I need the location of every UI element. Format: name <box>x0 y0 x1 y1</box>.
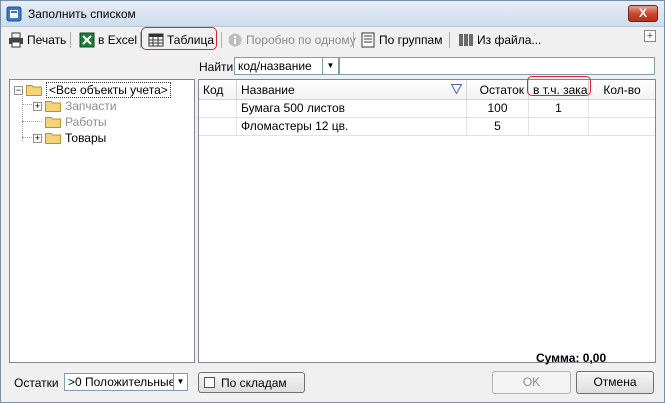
folder-icon <box>45 117 61 128</box>
find-input[interactable] <box>339 57 655 75</box>
cell-name[interactable]: Бумага 500 листов <box>237 100 467 117</box>
reserved-column-highlight <box>527 76 591 96</box>
close-button[interactable]: X <box>628 5 658 22</box>
close-icon: X <box>638 6 647 20</box>
expand-toolbar-icon[interactable]: + <box>644 30 656 42</box>
from-file-label: Из файла... <box>477 33 542 47</box>
expand-icon[interactable]: + <box>33 133 42 143</box>
toolbar: Печать в Excel Таблица Поробно по одному… <box>1 27 664 52</box>
tree-root[interactable]: − <Все объекты учета> <box>14 82 171 98</box>
tree-connector <box>22 96 23 141</box>
cancel-button[interactable]: Отмена <box>576 371 654 394</box>
by-groups-label: По группам <box>379 33 443 47</box>
column-header-name[interactable]: Название <box>237 80 467 100</box>
cell-name[interactable]: Фломастеры 12 цв. <box>237 118 467 135</box>
column-header-rest[interactable]: Остаток <box>467 80 529 100</box>
cell-reserved[interactable] <box>529 118 589 135</box>
barcode-icon <box>459 34 473 46</box>
ok-button[interactable]: OK <box>492 371 571 394</box>
find-label: Найти <box>199 60 234 74</box>
print-label: Печать <box>27 33 67 47</box>
cell-reserved[interactable]: 1 <box>529 100 589 117</box>
by-warehouses-toggle[interactable]: По складам <box>198 372 305 393</box>
table-highlight <box>141 27 217 50</box>
tree-item-parts[interactable]: + Запчасти <box>33 98 117 114</box>
column-header-name-label: Название <box>241 83 295 97</box>
info-icon <box>228 33 242 47</box>
rest-filter-label: Остатки <box>14 376 59 390</box>
find-mode-select[interactable]: код/название ▼ <box>234 57 339 75</box>
one-by-one-button[interactable]: Поробно по одному <box>227 30 356 50</box>
by-groups-button[interactable]: По группам <box>360 30 442 50</box>
dropdown-arrow-icon[interactable]: ▼ <box>173 374 187 390</box>
cell-qty[interactable] <box>589 118 655 135</box>
tree-connector <box>22 104 32 105</box>
tree-item-label: Товары <box>65 131 107 145</box>
title-bar: Заполнить списком X <box>1 1 664 27</box>
expand-icon[interactable]: + <box>33 101 42 111</box>
folder-icon <box>45 101 61 112</box>
dropdown-arrow-icon[interactable]: ▼ <box>322 58 338 74</box>
column-header-qty[interactable]: Кол-во <box>589 80 655 100</box>
by-warehouses-label: По складам <box>221 375 287 390</box>
excel-button[interactable]: в Excel <box>79 30 137 50</box>
folder-icon <box>45 133 61 144</box>
tree-root-label: <Все объекты учета> <box>46 82 171 98</box>
tree-connector <box>22 121 42 122</box>
toolbar-separator <box>221 32 222 48</box>
rest-filter-select[interactable]: >0 Положительные ▼ <box>64 373 188 391</box>
tree-item-label: Запчасти <box>65 99 117 113</box>
cell-code[interactable] <box>199 118 237 135</box>
checkbox-icon[interactable] <box>204 377 215 388</box>
category-tree: − <Все объекты учета> + Запчасти Работы … <box>9 79 195 363</box>
filter-icon[interactable] <box>451 84 462 94</box>
app-icon <box>6 6 22 22</box>
cell-rest[interactable]: 100 <box>467 100 529 117</box>
toolbar-separator <box>449 32 450 48</box>
collapse-icon[interactable]: − <box>14 85 23 95</box>
document-icon <box>361 32 375 48</box>
column-header-code[interactable]: Код <box>199 80 237 100</box>
rest-filter-value: >0 Положительные <box>68 375 176 389</box>
one-by-one-label: Поробно по одному <box>246 33 356 47</box>
tree-connector <box>22 137 32 138</box>
cell-code[interactable] <box>199 100 237 117</box>
excel-icon <box>79 32 95 48</box>
printer-icon <box>9 32 23 48</box>
tree-item-label: Работы <box>65 115 107 129</box>
tree-item-works[interactable]: Работы <box>45 114 107 130</box>
window-title: Заполнить списком <box>28 7 136 21</box>
print-button[interactable]: Печать <box>8 30 66 50</box>
cell-qty[interactable] <box>589 100 655 117</box>
table-row[interactable]: Фломастеры 12 цв. 5 <box>199 118 655 136</box>
items-grid: Код Название Остаток в т.ч. зака Кол-во … <box>198 76 656 363</box>
toolbar-separator <box>353 32 354 48</box>
folder-icon <box>26 85 42 96</box>
cell-rest[interactable]: 5 <box>467 118 529 135</box>
tree-item-goods[interactable]: + Товары <box>33 130 106 146</box>
find-mode-value: код/название <box>238 59 312 73</box>
toolbar-separator <box>70 32 71 48</box>
fill-by-list-dialog: Заполнить списком X Печать в Excel Табли… <box>0 0 665 403</box>
from-file-button[interactable]: Из файла... <box>458 30 541 50</box>
sum-total: Сумма: 0,00 <box>536 351 607 365</box>
excel-label: в Excel <box>98 33 138 47</box>
table-row[interactable]: Бумага 500 листов 100 1 <box>199 100 655 118</box>
